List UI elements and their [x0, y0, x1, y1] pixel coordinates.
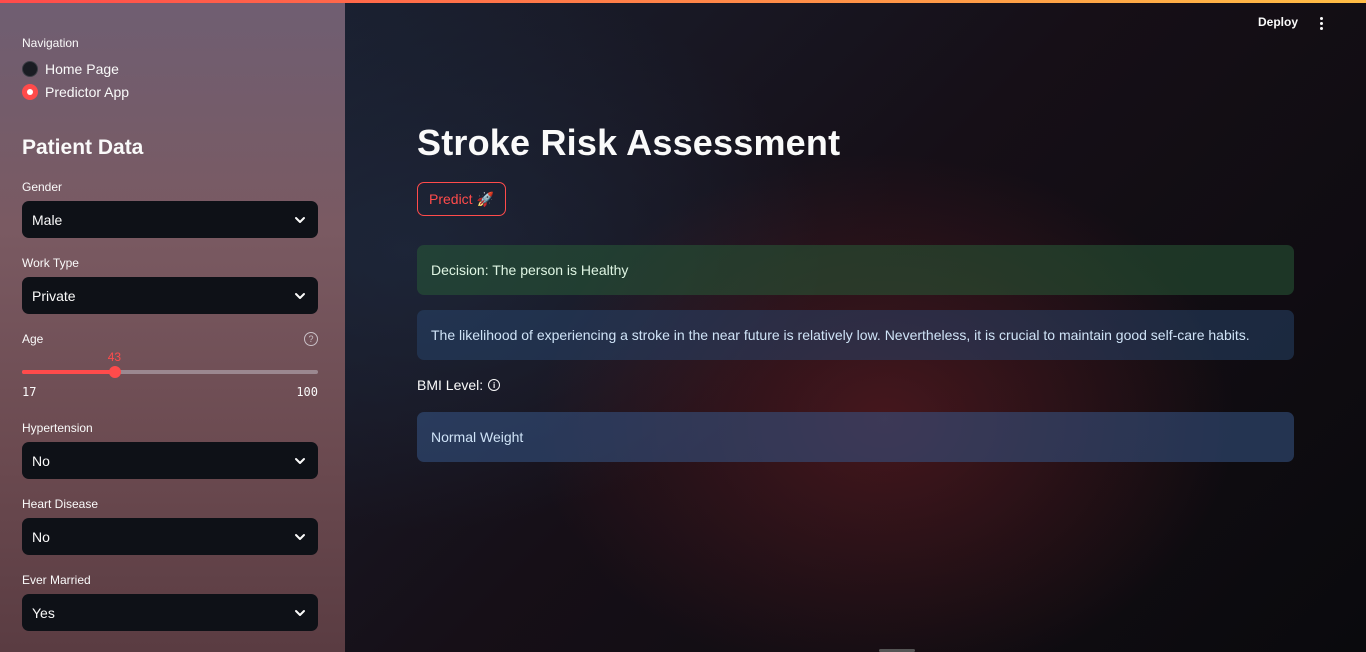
- work-type-label: Work Type: [22, 256, 79, 270]
- more-vertical-icon[interactable]: [1311, 14, 1331, 32]
- work-type-select-value: Private: [32, 287, 76, 304]
- work-type-select[interactable]: Private: [22, 277, 318, 314]
- age-slider-min: 17: [22, 385, 37, 399]
- ever-married-label: Ever Married: [22, 573, 91, 587]
- chevron-down-icon: [294, 607, 306, 619]
- deploy-button[interactable]: Deploy: [1258, 15, 1298, 29]
- nav-option-predictor-app[interactable]: Predictor App: [22, 84, 129, 100]
- main-content: Deploy Stroke Risk Assessment Predict 🚀 …: [345, 0, 1366, 652]
- age-slider-fill: [22, 370, 115, 374]
- gender-select-value: Male: [32, 211, 63, 228]
- bmi-level-label: BMI Level: i: [417, 377, 501, 393]
- info-icon[interactable]: i: [488, 379, 501, 391]
- gender-select[interactable]: Male: [22, 201, 318, 238]
- chevron-down-icon: [294, 214, 306, 226]
- heart-disease-select[interactable]: No: [22, 518, 318, 555]
- nav-option-home-page[interactable]: Home Page: [22, 61, 119, 77]
- sidebar: Navigation Home Page Predictor App Patie…: [0, 0, 345, 652]
- page-title: Stroke Risk Assessment: [417, 122, 841, 163]
- radio-unselected-icon: [22, 61, 38, 77]
- gender-label: Gender: [22, 180, 63, 194]
- nav-option-label: Predictor App: [45, 84, 130, 100]
- age-slider[interactable]: [22, 366, 318, 378]
- navigation-heading: Navigation: [22, 36, 79, 50]
- heart-disease-select-value: No: [32, 528, 50, 545]
- chevron-down-icon: [294, 531, 306, 543]
- likelihood-text: The likelihood of experiencing a stroke …: [431, 327, 1250, 343]
- radio-selected-icon: [22, 84, 38, 100]
- hypertension-select[interactable]: No: [22, 442, 318, 479]
- age-slider-thumb[interactable]: [108, 366, 121, 378]
- ever-married-select-value: Yes: [32, 604, 55, 621]
- chevron-down-icon: [294, 290, 306, 302]
- decision-text: Decision: The person is Healthy: [431, 262, 629, 278]
- bmi-value-alert: Normal Weight: [417, 412, 1294, 462]
- age-label: Age: [22, 332, 44, 346]
- age-slider-max: 100: [296, 385, 318, 399]
- help-icon[interactable]: ?: [304, 332, 318, 346]
- ever-married-select[interactable]: Yes: [22, 594, 318, 631]
- bmi-value-text: Normal Weight: [431, 429, 524, 445]
- age-slider-value: 43: [107, 350, 122, 364]
- hypertension-label: Hypertension: [22, 421, 93, 435]
- predict-button[interactable]: Predict 🚀: [417, 182, 506, 216]
- likelihood-alert: The likelihood of experiencing a stroke …: [417, 310, 1294, 360]
- heart-disease-label: Heart Disease: [22, 497, 99, 511]
- patient-data-title: Patient Data: [22, 136, 144, 159]
- hypertension-select-value: No: [32, 452, 50, 469]
- nav-option-label: Home Page: [45, 61, 119, 77]
- decision-alert: Decision: The person is Healthy: [417, 245, 1294, 295]
- top-decoration-bar: [0, 0, 1366, 3]
- chevron-down-icon: [294, 455, 306, 467]
- bmi-label-text: BMI Level:: [417, 377, 484, 393]
